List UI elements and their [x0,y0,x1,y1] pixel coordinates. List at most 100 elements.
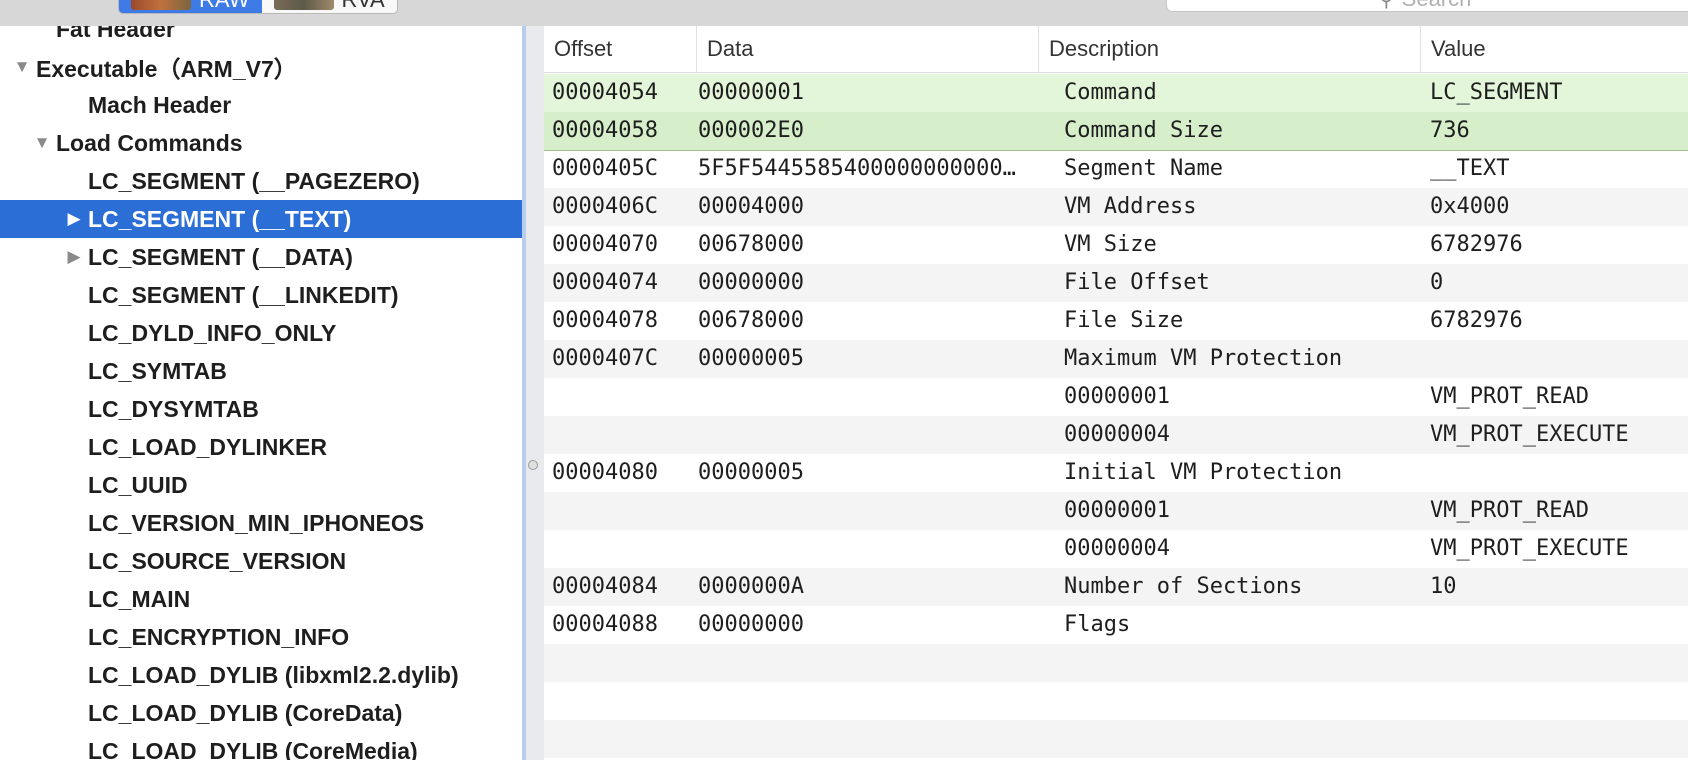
cell-value: 736 [1430,118,1470,143]
rva-tab-label: RVA [342,0,385,13]
table-row[interactable]: 00000001 VM_PROT_READ [544,378,1688,416]
cell-value: LC_SEGMENT [1430,80,1563,105]
disclosure-closed-icon[interactable]: ▶ [64,247,84,267]
table-row[interactable]: 00004080 00000005 Initial VM Protection [544,454,1688,492]
outline-item[interactable]: ▶ LC_SEGMENT (__TEXT) [0,200,522,238]
cell-offset: 0000407C [552,346,658,371]
cell-offset [552,416,688,454]
column-header-description[interactable]: Description [1038,26,1420,72]
table-row[interactable]: 00004078 00678000 File Size 6782976 [544,302,1688,340]
column-header-value[interactable]: Value [1420,26,1688,72]
outline-item[interactable]: LC_LOAD_DYLINKER [0,428,522,466]
outline-item[interactable]: LC_LOAD_DYLIB (libxml2.2.dylib) [0,656,522,694]
table-row[interactable]: 00000004 VM_PROT_EXECUTE [544,416,1688,454]
cell-offset [552,378,688,416]
cell-data: 00004000 [698,194,804,219]
search-icon: ⚲ [1379,0,1394,12]
cell-value: VM_PROT_EXECUTE [1430,422,1629,447]
table-row[interactable]: 0000405C 5F5F5445585400000000000… Segment … [544,150,1688,188]
outline-item[interactable]: LC_SEGMENT (__PAGEZERO) [0,162,522,200]
cell-description: Segment Name [1064,156,1223,181]
table-row[interactable]: 00004054 00000001 Command LC_SEGMENT [544,74,1688,112]
cell-description: Command [1064,80,1157,105]
table-row[interactable]: 00000001 VM_PROT_READ [544,492,1688,530]
cell-offset: 00004054 [552,80,658,105]
outline-item-label: LC_SYMTAB [88,357,227,384]
cell-data [698,416,1050,454]
focus-ring-edge [522,26,526,760]
cell-offset: 00004074 [552,270,658,295]
outline-item[interactable]: LC_DYSYMTAB [0,390,522,428]
cell-data: 00000005 [698,346,804,371]
divider-handle[interactable] [528,460,538,470]
table-row-empty [544,682,1688,720]
table-row-empty [544,644,1688,682]
outline-item-label: LC_ENCRYPTION_INFO [88,623,350,650]
table-row[interactable]: 00004088 00000000 Flags [544,606,1688,644]
raw-tab[interactable]: RAW [119,0,262,13]
outline-item[interactable]: LC_VERSION_MIN_IPHONEOS [0,504,522,542]
cell-offset: 0000405C [552,156,658,181]
cell-description: Maximum VM Protection [1064,346,1343,371]
outline-item-label: LC_SEGMENT (__DATA) [88,243,353,270]
disclosure-closed-icon[interactable]: ▶ [64,209,84,229]
cell-data: 00000001 [698,80,804,105]
cell-description: 00000004 [1064,422,1170,447]
outline-item-label: Mach Header [88,91,232,118]
outline-item[interactable]: ▶ LC_SEGMENT (__DATA) [0,238,522,276]
column-header-data[interactable]: Data [696,26,1038,72]
cell-value: VM_PROT_READ [1430,498,1589,523]
disclosure-open-icon[interactable]: ▼ [32,133,52,153]
outline-item[interactable]: LC_LOAD_DYLIB (CoreMedia) [0,732,522,760]
outline-item[interactable]: LC_SOURCE_VERSION [0,542,522,580]
table-row[interactable]: 0000406C 00004000 VM Address 0x4000 [544,188,1688,226]
cell-description: File Offset [1064,270,1210,295]
outline-item[interactable]: LC_ENCRYPTION_INFO [0,618,522,656]
table-row[interactable]: 0000407C 00000005 Maximum VM Protection [544,340,1688,378]
table-header: Offset Data Description Value [544,26,1688,73]
table-row[interactable]: 00000004 VM_PROT_EXECUTE [544,530,1688,568]
view-mode-segmented-control: RAW RVA [118,0,398,14]
detail-table: Offset Data Description Value 00004054 00… [544,26,1688,760]
outline-item-label: LC_SOURCE_VERSION [88,547,347,574]
outline-item[interactable]: Mach Header [0,86,522,124]
cell-offset: 00004070 [552,232,658,257]
disclosure-open-icon[interactable]: ▼ [12,57,32,77]
table-row[interactable]: 00004058 000002E0 Command Size 736 [544,112,1688,151]
cell-offset [552,530,688,568]
table-row[interactable]: 00004070 00678000 VM Size 6782976 [544,226,1688,264]
cell-value [1430,454,1688,492]
split-view-divider[interactable] [522,26,544,760]
cell-description: VM Size [1064,232,1157,257]
table-row[interactable]: 00004074 00000000 File Offset 0 [544,264,1688,302]
outline-item[interactable]: LC_DYLD_INFO_ONLY [0,314,522,352]
cell-description: Flags [1064,612,1131,637]
cell-offset: 00004088 [552,612,658,637]
outline-item[interactable]: LC_SYMTAB [0,352,522,390]
outline-item[interactable]: LC_MAIN [0,580,522,618]
cell-description: File Size [1064,308,1184,333]
cell-data: 0000000A [698,574,804,599]
outline-item[interactable]: ▼ Load Commands [0,124,522,162]
column-header-offset[interactable]: Offset [544,26,696,72]
search-input[interactable]: ⚲ Search [1166,0,1688,12]
cell-offset: 00004080 [552,460,658,485]
toolbar: RAW RVA ⚲ Search [0,0,1688,26]
cell-data: 000002E0 [698,118,804,143]
outline-item-label: LC_LOAD_DYLIB (CoreMedia) [88,737,418,760]
outline-item[interactable]: ▼ Executable（ARM_V7） [0,48,522,86]
outline-item[interactable]: LC_SEGMENT (__LINKEDIT) [0,276,522,314]
outline-item[interactable]: LC_UUID [0,466,522,504]
table-row[interactable]: 00004084 0000000A Number of Sections 10 [544,568,1688,606]
outline-item[interactable]: LC_LOAD_DYLIB (CoreData) [0,694,522,732]
cell-offset: 0000406C [552,194,658,219]
table-row-empty [544,720,1688,758]
outline-item[interactable]: Fat Header [0,26,522,48]
outline-item-label: LC_LOAD_DYLIB (CoreData) [88,699,403,726]
cell-value: VM_PROT_EXECUTE [1430,536,1629,561]
cell-data: 00000000 [698,270,804,295]
cell-data [698,378,1050,416]
cell-description: 00000001 [1064,498,1170,523]
rva-tab[interactable]: RVA [261,0,397,13]
cell-description: VM Address [1064,194,1197,219]
